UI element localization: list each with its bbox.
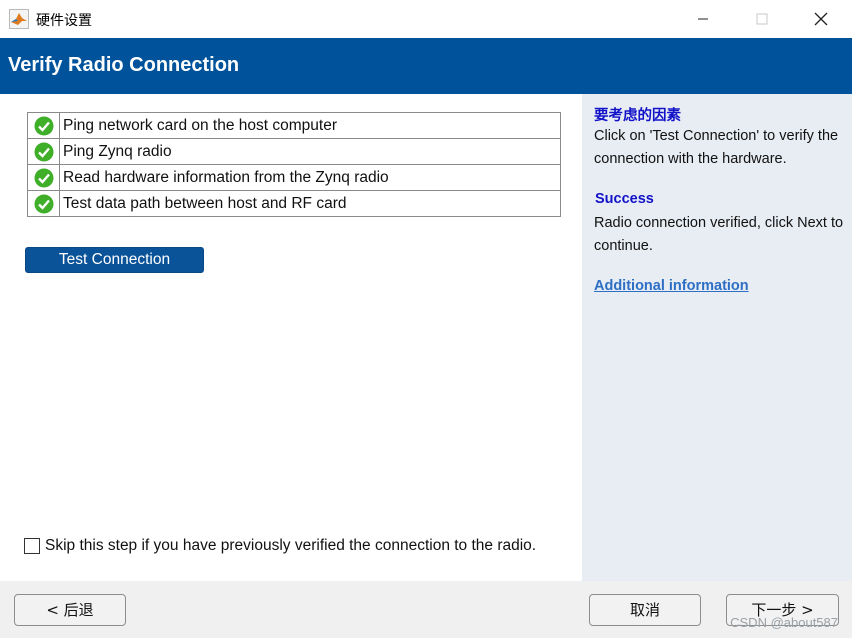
step-row: Ping Zynq radio [28, 139, 560, 165]
cancel-button[interactable]: 取消 [589, 594, 701, 626]
check-circle-icon [34, 116, 53, 135]
page-header: Verify Radio Connection [0, 38, 852, 94]
skip-step-checkbox[interactable] [24, 538, 40, 554]
step-label: Ping network card on the host computer [63, 117, 337, 134]
page-title: Verify Radio Connection [8, 54, 240, 76]
main-content: Ping network card on the host computer P… [0, 94, 582, 581]
minimize-icon [698, 18, 708, 20]
window-title: 硬件设置 [36, 13, 92, 29]
help-panel: 要考虑的因素 Click on 'Test Connection' to ver… [582, 94, 852, 581]
check-circle-icon [34, 194, 53, 213]
step-label: Ping Zynq radio [63, 143, 172, 160]
minimize-button[interactable] [680, 0, 726, 38]
skip-step-label[interactable]: Skip this step if you have previously ve… [45, 537, 536, 555]
matlab-icon [9, 9, 29, 29]
footer-bar: < 后退 取消 下一步 > CSDN @about587 [0, 581, 852, 638]
watermark: CSDN @about587 [730, 615, 838, 630]
step-row: Test data path between host and RF card [28, 191, 560, 216]
test-connection-button[interactable]: Test Connection [25, 247, 204, 273]
step-label: Test data path between host and RF card [63, 195, 347, 212]
step-row: Read hardware information from the Zynq … [28, 165, 560, 191]
maximize-button[interactable] [739, 0, 785, 38]
maximize-icon [756, 13, 768, 25]
step-label: Read hardware information from the Zynq … [63, 169, 389, 186]
back-button[interactable]: < 后退 [14, 594, 126, 626]
check-circle-icon [34, 168, 53, 187]
consider-heading: 要考虑的因素 [594, 108, 681, 124]
connection-steps-table: Ping network card on the host computer P… [27, 112, 561, 217]
check-circle-icon [34, 142, 53, 161]
skip-step-option[interactable]: Skip this step if you have previously ve… [24, 537, 536, 555]
additional-information-link[interactable]: Additional information [594, 278, 749, 294]
consider-text: Click on 'Test Connection' to verify the… [594, 128, 839, 167]
close-icon [814, 12, 828, 26]
step-row: Ping network card on the host computer [28, 113, 560, 139]
success-heading: Success [595, 191, 654, 207]
success-text: Radio connection verified, click Next to… [594, 215, 844, 254]
close-button[interactable] [798, 0, 844, 38]
title-bar: 硬件设置 [0, 0, 852, 39]
